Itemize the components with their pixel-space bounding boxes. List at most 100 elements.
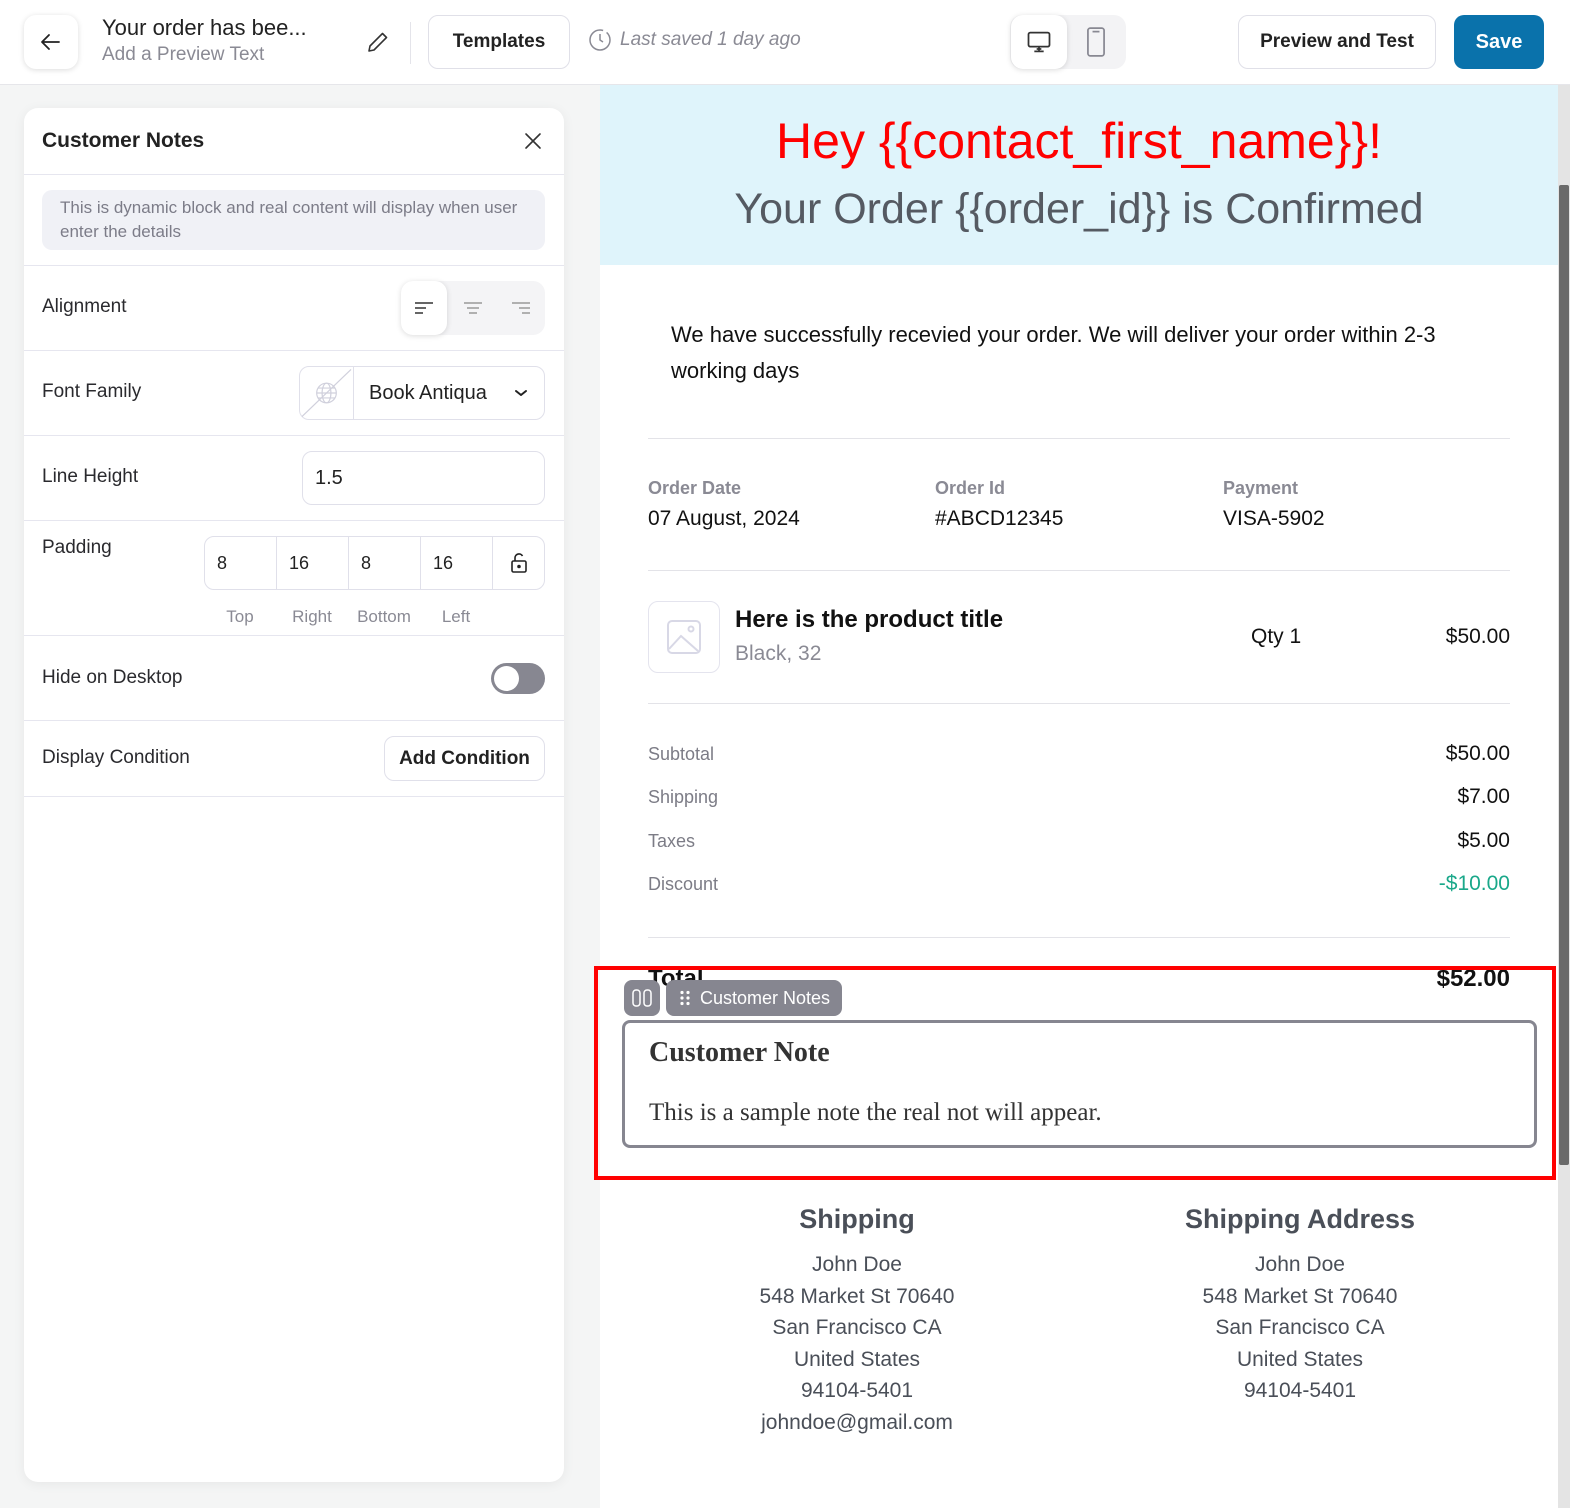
shipping-city: San Francisco CA: [772, 1316, 942, 1339]
edit-title-button[interactable]: [362, 26, 394, 58]
align-right-icon: [512, 302, 530, 314]
top-bar: Your order has bee... Add a Preview Text…: [0, 0, 1570, 85]
product-quantity: Qty 1: [1251, 625, 1302, 648]
address-zip: 94104-5401: [1243, 1379, 1357, 1402]
padding-top-input[interactable]: [205, 537, 276, 589]
shipping-address-column: Shipping Address John Doe 548 Market St …: [1090, 1199, 1510, 1407]
line-height-row: Line Height: [24, 436, 564, 521]
dynamic-block-info: This is dynamic block and real content w…: [42, 190, 545, 250]
align-center-icon: [464, 302, 482, 314]
email-title-block: Your order has bee... Add a Preview Text: [102, 14, 307, 68]
summary-row-discount: Discount -$10.00: [648, 870, 1510, 900]
desktop-view-button[interactable]: [1011, 15, 1067, 69]
add-condition-button[interactable]: Add Condition: [384, 736, 545, 781]
subtotal-label: Subtotal: [648, 744, 715, 764]
alignment-label: Alignment: [42, 296, 127, 317]
hide-on-desktop-toggle[interactable]: [491, 663, 545, 694]
subtotal-value: $50.00: [1445, 742, 1510, 765]
preview-text[interactable]: Add a Preview Text: [102, 42, 307, 68]
padding-side-labels: Top Right Bottom Left: [204, 607, 492, 627]
greeting-heading: Hey {{contact_first_name}}!: [776, 113, 1382, 169]
clock-icon: [589, 29, 611, 51]
shipping-column: Shipping John Doe 548 Market St 70640 Sa…: [647, 1199, 1067, 1438]
font-family-label: Font Family: [42, 381, 142, 402]
font-family-select[interactable]: Book Antiqua: [299, 366, 545, 420]
chevron-down-icon: [515, 390, 527, 396]
close-icon: [525, 133, 541, 149]
line-height-label: Line Height: [42, 466, 139, 487]
desktop-icon: [1027, 31, 1051, 53]
save-button[interactable]: Save: [1454, 15, 1544, 69]
intro-paragraph[interactable]: We have successfully recevied your order…: [671, 317, 1491, 389]
summary-row-subtotal: Subtotal $50.00: [648, 740, 1510, 770]
globe-disabled-icon: [301, 369, 352, 417]
address-country: United States: [1236, 1347, 1364, 1371]
block-settings-panel: Customer Notes This is dynamic block and…: [24, 108, 564, 1482]
discount-value: -$10.00: [1438, 872, 1510, 895]
payment-value: VISA-5902: [1223, 507, 1325, 530]
panel-header: Customer Notes: [24, 108, 564, 175]
scrollbar-thumb[interactable]: [1559, 185, 1569, 1165]
padding-control: [204, 536, 545, 590]
arrow-left-icon: [41, 34, 60, 50]
padding-top-label: Top: [226, 607, 254, 626]
last-saved-status: Last saved 1 day ago: [588, 28, 801, 52]
preview-and-test-button[interactable]: Preview and Test: [1238, 15, 1436, 69]
pencil-icon: [368, 32, 388, 52]
hide-on-desktop-label: Hide on Desktop: [42, 667, 183, 688]
order-date-value: 07 August, 2024: [648, 507, 800, 530]
order-date-field: Order Date 07 August, 2024: [648, 477, 800, 531]
align-right-button[interactable]: [498, 281, 544, 335]
device-toggle: [1010, 15, 1126, 69]
address-street: 548 Market St 70640: [1202, 1284, 1398, 1308]
column-layout-button[interactable]: [624, 980, 660, 1016]
align-center-button[interactable]: [450, 281, 496, 335]
divider: [648, 570, 1510, 571]
padding-lock-button[interactable]: [493, 537, 544, 589]
padding-left-label: Left: [441, 607, 471, 626]
address-city: San Francisco CA: [1215, 1316, 1385, 1339]
shipping-country: United States: [793, 1347, 921, 1371]
image-icon: [667, 620, 701, 654]
taxes-value: $5.00: [1457, 829, 1510, 852]
alignment-control: [401, 281, 545, 335]
padding-label: Padding: [42, 537, 112, 558]
mobile-view-button[interactable]: [1068, 15, 1124, 69]
email-header-block[interactable]: Hey {{contact_first_name}}! Your Order {…: [600, 85, 1558, 265]
summary-row-shipping: Shipping $7.00: [648, 783, 1510, 813]
padding-bottom-input[interactable]: [349, 537, 420, 589]
close-panel-button[interactable]: [520, 128, 546, 154]
padding-bottom-label: Bottom: [357, 607, 411, 626]
canvas-scrollbar[interactable]: [1558, 85, 1570, 1508]
back-button[interactable]: [24, 15, 78, 69]
padding-right-input[interactable]: [277, 537, 348, 589]
mobile-icon: [1087, 27, 1105, 57]
divider: [648, 937, 1510, 938]
info-section: This is dynamic block and real content w…: [24, 175, 564, 266]
block-toolbar: Customer Notes: [624, 980, 843, 1016]
align-left-button[interactable]: [401, 281, 447, 335]
order-date-label: Order Date: [648, 478, 742, 498]
customer-notes-block[interactable]: Customer Note This is a sample note the …: [622, 1020, 1537, 1148]
divider: [648, 438, 1510, 439]
shipping-value: $7.00: [1457, 785, 1510, 808]
email-subject[interactable]: Your order has bee...: [102, 14, 307, 42]
drag-handle-icon: [680, 990, 690, 1006]
order-confirmed-heading: Your Order {{order_id}} is Confirmed: [734, 185, 1424, 233]
font-family-value: Book Antiqua: [369, 381, 487, 404]
padding-left-input[interactable]: [421, 537, 492, 589]
line-height-input[interactable]: [302, 451, 545, 505]
templates-button[interactable]: Templates: [428, 15, 570, 69]
hide-on-desktop-row: Hide on Desktop: [24, 636, 564, 721]
customer-note-title: Customer Note: [649, 1037, 830, 1068]
web-font-toggle[interactable]: [300, 367, 354, 419]
font-family-row: Font Family Book Antiqua: [24, 351, 564, 436]
shipping-email: johndoe@gmail.com: [761, 1410, 953, 1434]
product-image-placeholder: [648, 601, 720, 673]
unlock-icon: [510, 553, 527, 573]
shipping-name: John Doe: [812, 1253, 902, 1276]
order-id-value: #ABCD12345: [935, 507, 1064, 530]
block-drag-handle[interactable]: Customer Notes: [666, 980, 843, 1016]
total-value: $52.00: [1436, 965, 1510, 992]
payment-label: Payment: [1223, 478, 1299, 498]
